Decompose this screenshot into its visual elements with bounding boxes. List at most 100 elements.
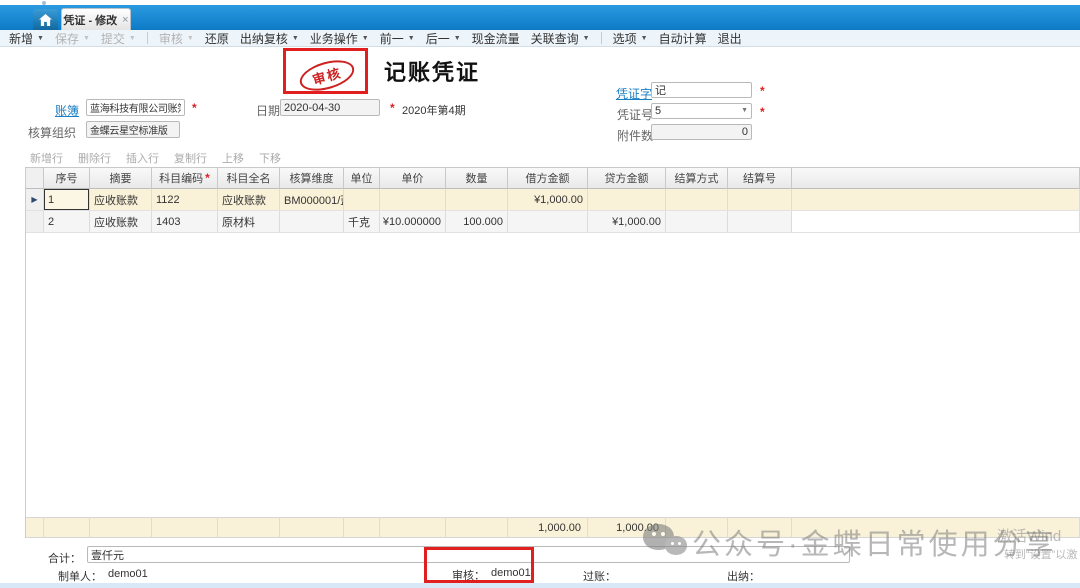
auditor-label: 审核： bbox=[452, 567, 485, 583]
voucher-number-select[interactable]: ▼ bbox=[651, 103, 752, 119]
row-selector[interactable] bbox=[26, 211, 44, 233]
cashier-review-button[interactable]: 出纳复核 ▼ bbox=[240, 30, 299, 47]
submit-button[interactable]: 提交 ▼ bbox=[101, 30, 136, 47]
chevron-down-icon[interactable]: ▼ bbox=[83, 35, 90, 42]
cell-dimension[interactable]: BM000001/蓝 bbox=[280, 189, 344, 211]
cell-unit[interactable]: 千克 bbox=[344, 211, 380, 233]
move-up-button[interactable]: 上移 bbox=[222, 150, 244, 166]
business-ops-button[interactable]: 业务操作▼ bbox=[310, 30, 369, 47]
col-header-debit: 借方金额 bbox=[508, 167, 588, 189]
restore-button[interactable]: 还原 bbox=[205, 30, 229, 47]
button-label: 还原 bbox=[205, 30, 229, 47]
cell-seq[interactable]: 1 bbox=[44, 189, 90, 211]
date-input[interactable] bbox=[280, 99, 380, 116]
cell-debit[interactable]: ¥1,000.00 bbox=[508, 189, 588, 211]
prev-voucher-button[interactable]: 前一▼ bbox=[380, 30, 415, 47]
cash-flow-button[interactable]: 现金流量 bbox=[472, 30, 520, 47]
home-icon bbox=[39, 14, 52, 26]
chevron-down-icon[interactable]: ▼ bbox=[37, 35, 44, 42]
cell-filler bbox=[792, 211, 1080, 233]
wechat-icon bbox=[643, 524, 691, 562]
cell-unit[interactable] bbox=[344, 189, 380, 211]
voucher-edit-window: 凭证 - 修改 × 新增 ▼ 保存▼ 提交 ▼ 审核▼ 还原 出纳复核 ▼ 业务操作▼… bbox=[0, 0, 1080, 588]
table-row[interactable]: ▶ 1 应收账款 1122 应收账款 BM000001/蓝 ¥1,000.00 bbox=[26, 189, 1080, 211]
auditor-value: demo01 bbox=[491, 567, 531, 579]
col-header-unit: 单位 bbox=[344, 167, 380, 189]
col-header-account-code: 科目编码* bbox=[152, 167, 218, 189]
cell-credit[interactable] bbox=[588, 189, 666, 211]
total-words-label: 合计： bbox=[48, 550, 81, 566]
cell-settle-method[interactable] bbox=[666, 189, 728, 211]
move-down-button[interactable]: 下移 bbox=[259, 150, 281, 166]
chevron-down-icon[interactable]: ▼ bbox=[408, 35, 415, 42]
cell-credit[interactable]: ¥1,000.00 bbox=[588, 211, 666, 233]
chevron-down-icon[interactable]: ▼ bbox=[741, 107, 748, 114]
current-row-marker-icon: ▶ bbox=[31, 195, 37, 204]
book-label-link[interactable]: 账簿 bbox=[55, 102, 79, 119]
cell-summary[interactable]: 应收账款 bbox=[90, 189, 152, 211]
auto-calc-button[interactable]: 自动计算 bbox=[659, 30, 707, 47]
cell-settle-no[interactable] bbox=[728, 189, 792, 211]
chevron-down-icon[interactable]: ▼ bbox=[129, 35, 136, 42]
org-input[interactable] bbox=[86, 121, 180, 138]
cell-seq[interactable]: 2 bbox=[44, 211, 90, 233]
next-voucher-button[interactable]: 后一 ▼ bbox=[426, 30, 461, 47]
totals-empty bbox=[344, 517, 380, 538]
cell-summary[interactable]: 应收账款 bbox=[90, 211, 152, 233]
cell-debit[interactable] bbox=[508, 211, 588, 233]
grid-header-row: 序号 摘要 科目编码* 科目全名 核算维度 单位 单价 数量 借方金额 贷方金额… bbox=[26, 167, 1080, 189]
totals-selector bbox=[26, 517, 44, 538]
close-icon[interactable]: × bbox=[122, 14, 128, 26]
preparer-label: 制单人： bbox=[58, 568, 102, 584]
tab-voucher-edit[interactable]: 凭证 - 修改 × bbox=[61, 8, 131, 30]
book-input[interactable] bbox=[86, 99, 185, 116]
chevron-down-icon[interactable]: ▼ bbox=[362, 35, 369, 42]
cell-filler bbox=[792, 189, 1080, 211]
cell-settle-method[interactable] bbox=[666, 211, 728, 233]
chevron-down-icon[interactable]: ▼ bbox=[292, 35, 299, 42]
cell-account-code[interactable]: 1403 bbox=[152, 211, 218, 233]
col-header-account-name: 科目全名 bbox=[218, 167, 280, 189]
cell-dimension[interactable] bbox=[280, 211, 344, 233]
save-button[interactable]: 保存▼ bbox=[55, 30, 90, 47]
col-header-price: 单价 bbox=[380, 167, 446, 189]
cell-settle-no[interactable] bbox=[728, 211, 792, 233]
totals-empty bbox=[152, 517, 218, 538]
add-row-button[interactable]: 新增行 bbox=[30, 150, 63, 166]
voucher-number-input[interactable] bbox=[651, 103, 752, 119]
cell-qty[interactable]: 100.000 bbox=[446, 211, 508, 233]
cell-price[interactable] bbox=[380, 189, 446, 211]
button-label: 后一 bbox=[426, 30, 450, 47]
period-text: 2020年第4期 bbox=[402, 102, 466, 118]
chevron-down-icon[interactable]: ▼ bbox=[641, 35, 648, 42]
cell-account-name[interactable]: 应收账款 bbox=[218, 189, 280, 211]
totals-empty bbox=[218, 517, 280, 538]
cell-qty[interactable] bbox=[446, 189, 508, 211]
totals-empty bbox=[280, 517, 344, 538]
cell-account-code[interactable]: 1122 bbox=[152, 189, 218, 211]
button-label: 退出 bbox=[718, 30, 742, 47]
delete-row-button[interactable]: 删除行 bbox=[78, 150, 111, 166]
new-button[interactable]: 新增 ▼ bbox=[9, 30, 44, 47]
cell-account-name[interactable]: 原材料 bbox=[218, 211, 280, 233]
copy-row-button[interactable]: 复制行 bbox=[174, 150, 207, 166]
cell-price[interactable]: ¥10.000000 bbox=[380, 211, 446, 233]
button-label: 出纳复核 bbox=[240, 30, 288, 47]
voucher-word-label-link[interactable]: 凭证字 bbox=[616, 85, 652, 102]
insert-row-button[interactable]: 插入行 bbox=[126, 150, 159, 166]
options-button[interactable]: 选项▼ bbox=[613, 30, 648, 47]
tab-home[interactable] bbox=[33, 9, 58, 30]
button-label: 提交 bbox=[101, 30, 125, 47]
related-query-button[interactable]: 关联查询▼ bbox=[531, 30, 590, 47]
voucher-entries-grid: 序号 摘要 科目编码* 科目全名 核算维度 单位 单价 数量 借方金额 贷方金额… bbox=[25, 167, 1080, 538]
voucher-word-input[interactable] bbox=[651, 82, 752, 98]
exit-button[interactable]: 退出 bbox=[718, 30, 742, 47]
table-row[interactable]: 2 应收账款 1403 原材料 千克 ¥10.000000 100.000 ¥1… bbox=[26, 211, 1080, 233]
chevron-down-icon[interactable]: ▼ bbox=[187, 35, 194, 42]
audit-button[interactable]: 审核▼ bbox=[159, 30, 194, 47]
row-selector[interactable]: ▶ bbox=[26, 189, 44, 211]
chevron-down-icon[interactable]: ▼ bbox=[583, 35, 590, 42]
button-label: 新增 bbox=[9, 30, 33, 47]
attachments-input[interactable] bbox=[651, 124, 752, 140]
chevron-down-icon[interactable]: ▼ bbox=[454, 35, 461, 42]
